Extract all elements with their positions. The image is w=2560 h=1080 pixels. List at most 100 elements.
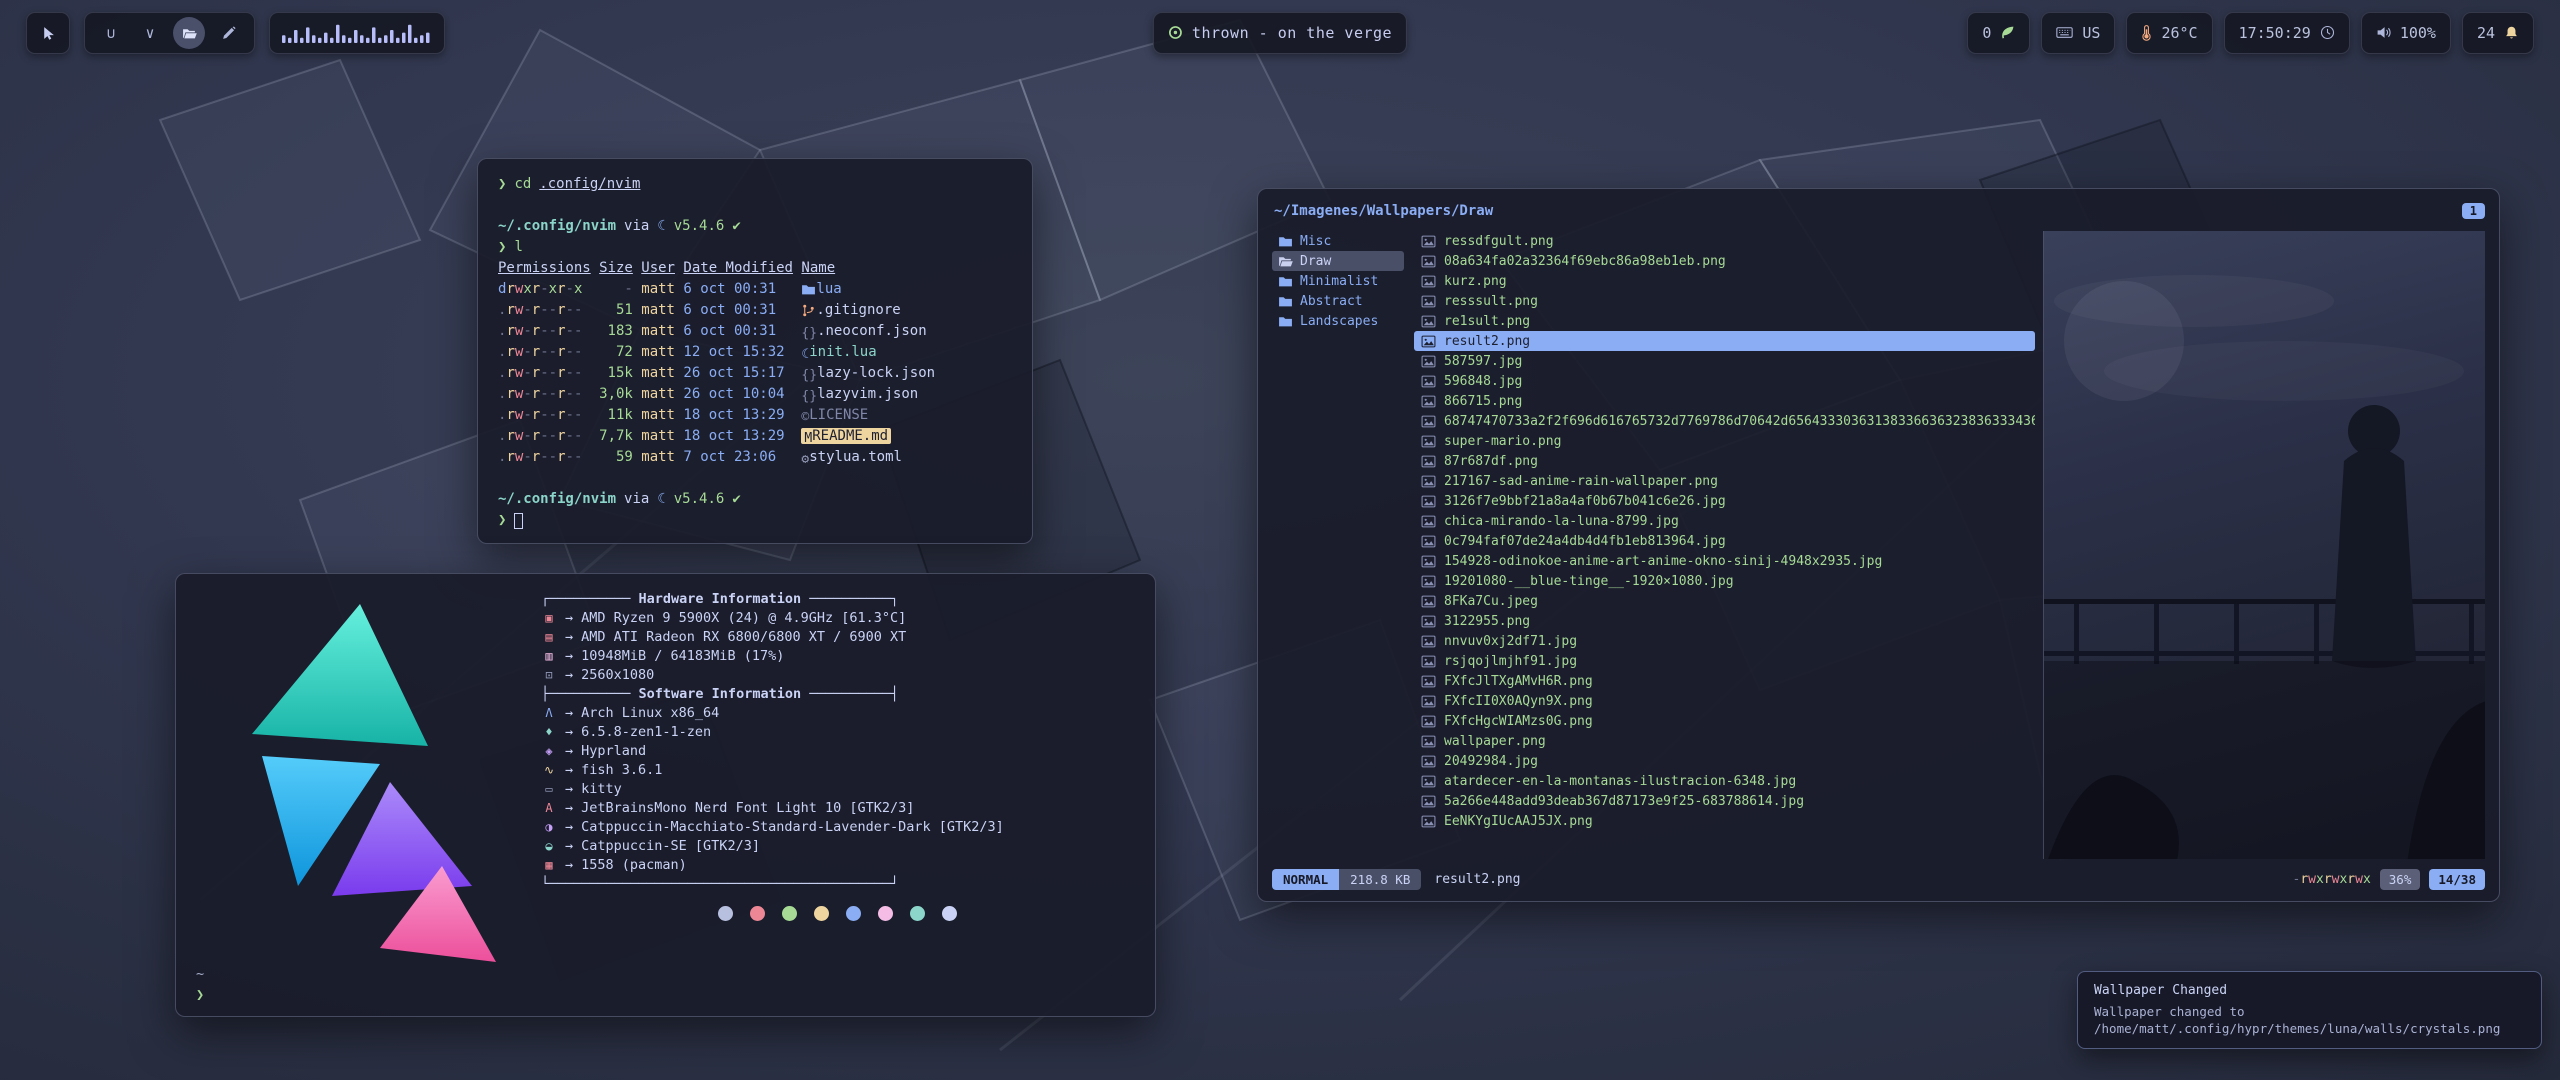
check-icon: ✔ bbox=[732, 216, 740, 237]
hardware-info-list: ▣→AMD Ryzen 9 5900X (24) @ 4.9GHz [61.3°… bbox=[541, 609, 1133, 685]
file-row[interactable]: FXfcHgcWIAMzs0G.png bbox=[1414, 711, 2035, 731]
temperature-module[interactable]: 26°C bbox=[2126, 12, 2212, 54]
table-row: .rw-r--r--15kmatt26 oct 15:17{}lazy-lock… bbox=[498, 363, 1012, 384]
graph-sparkline bbox=[282, 21, 432, 45]
listing-header: PermissionsSizeUserDate ModifiedName bbox=[498, 258, 1012, 279]
workspace-1-button[interactable]: ∪ bbox=[95, 17, 127, 49]
clock-module[interactable]: 17:50:29 bbox=[2224, 12, 2350, 54]
file-row[interactable]: 587597.jpg bbox=[1414, 351, 2035, 371]
theme-icon: ◑ bbox=[541, 818, 557, 837]
image-file-icon bbox=[1421, 774, 1436, 789]
directory-row[interactable]: Draw bbox=[1272, 251, 1404, 271]
arrow-icon: → bbox=[565, 780, 573, 799]
tab-badge[interactable]: 1 bbox=[2462, 203, 2485, 219]
keyboard-layout-module[interactable]: US bbox=[2041, 12, 2115, 54]
table-row: .rw-r--r--7,7kmatt18 oct 13:29MREADME.md bbox=[498, 426, 1012, 447]
file-row[interactable]: 08a634fa02a32364f69ebc86a98eb1eb.png bbox=[1414, 251, 2035, 271]
mode-badge: NORMAL bbox=[1272, 869, 1339, 890]
music-disc-icon bbox=[1168, 24, 1183, 42]
keyboard-icon bbox=[2056, 24, 2073, 42]
arrow-icon: → bbox=[565, 799, 573, 818]
directory-row[interactable]: Minimalist bbox=[1272, 271, 1404, 291]
file-row[interactable]: 154928-odinokoe-anime-art-anime-okno-sin… bbox=[1414, 551, 2035, 571]
notifications-module[interactable]: 24 bbox=[2462, 12, 2534, 54]
workspace-3-button[interactable] bbox=[173, 17, 205, 49]
file-row[interactable]: 866715.png bbox=[1414, 391, 2035, 411]
image-preview bbox=[2043, 231, 2485, 859]
volume-module[interactable]: 100% bbox=[2361, 12, 2451, 54]
media-title-module[interactable]: thrown - on the verge bbox=[1153, 12, 1407, 54]
lua-icon: ☾ bbox=[657, 489, 665, 510]
file-row[interactable]: wallpaper.png bbox=[1414, 731, 2035, 751]
file-row[interactable]: super-mario.png bbox=[1414, 431, 2035, 451]
prompt-line: ~/.config/nvim via ☾ v5.4.6 ✔ bbox=[498, 216, 1012, 237]
command-arg: .config/nvim bbox=[539, 174, 640, 195]
section-bottom-border: └───────────────────────────────────────… bbox=[541, 875, 1133, 894]
workspace-4-button[interactable] bbox=[212, 17, 244, 49]
cpu-graph-widget[interactable] bbox=[269, 12, 445, 54]
image-file-icon bbox=[1421, 814, 1436, 829]
color-dot bbox=[910, 906, 925, 921]
notifications-count: 24 bbox=[2477, 24, 2495, 42]
file-row[interactable]: EeNKYgIUcAAJ5JX.png bbox=[1414, 811, 2035, 831]
color-dot bbox=[782, 906, 797, 921]
info-line: ⊡→2560x1080 bbox=[541, 666, 1133, 685]
app-launcher-button[interactable] bbox=[26, 12, 70, 54]
temperature-value: 26°C bbox=[2161, 24, 2197, 42]
file-row[interactable]: 3126f7e9bbf21a8a4af0b67b041c6e26.jpg bbox=[1414, 491, 2035, 511]
file-row[interactable]: 217167-sad-anime-rain-wallpaper.png bbox=[1414, 471, 2035, 491]
table-row: .rw-r--r--11kmatt18 oct 13:29©LICENSE bbox=[498, 405, 1012, 426]
info-line: ♦→6.5.8-zen1-1-zen bbox=[541, 723, 1133, 742]
terminal-window[interactable]: ❯ cd .config/nvim ~/.config/nvim via ☾ v… bbox=[477, 158, 1033, 544]
file-row[interactable]: 0c794faf07de24a4db4d4fb1eb813964.jpg bbox=[1414, 531, 2035, 551]
image-file-icon bbox=[1421, 514, 1436, 529]
file-row[interactable]: resssult.png bbox=[1414, 291, 2035, 311]
file-row[interactable]: kurz.png bbox=[1414, 271, 2035, 291]
image-file-icon bbox=[1421, 694, 1436, 709]
file-row[interactable]: 68747470733a2f2f696d616765732d7769786d70… bbox=[1414, 411, 2035, 431]
arrow-icon: → bbox=[565, 837, 573, 856]
file-row[interactable]: re1sult.png bbox=[1414, 311, 2035, 331]
file-row[interactable]: rsjqojlmjhf91.jpg bbox=[1414, 651, 2035, 671]
list-position-badge: 14/38 bbox=[2429, 869, 2485, 890]
file-row[interactable]: atardecer-en-la-montanas-ilustracion-634… bbox=[1414, 771, 2035, 791]
updates-module[interactable]: 0 bbox=[1967, 12, 2030, 54]
hardware-section-header: ┌──────────Hardware Information─────────… bbox=[541, 590, 1133, 609]
notification-toast[interactable]: Wallpaper Changed Wallpaper changed to /… bbox=[2077, 971, 2542, 1049]
file-row[interactable]: nnvuv0xj2df71.jpg bbox=[1414, 631, 2035, 651]
system-fetch-window[interactable]: ┌──────────Hardware Information─────────… bbox=[175, 573, 1156, 1017]
file-manager-window[interactable]: ~/Imagenes/Wallpapers/Draw 1 MiscDrawMin… bbox=[1257, 188, 2500, 902]
image-file-icon bbox=[1421, 434, 1436, 449]
folder-icon bbox=[1278, 294, 1293, 309]
file-row[interactable]: 596848.jpg bbox=[1414, 371, 2035, 391]
file-row[interactable]: FXfcJlTXgAMvH6R.png bbox=[1414, 671, 2035, 691]
file-row[interactable]: result2.png bbox=[1414, 331, 2035, 351]
terminal-icon: ▭ bbox=[541, 780, 557, 799]
cwd-path: ~/.config/nvim bbox=[498, 216, 616, 237]
directory-row[interactable]: Abstract bbox=[1272, 291, 1404, 311]
file-row[interactable]: ressdfgult.png bbox=[1414, 231, 2035, 251]
file-row[interactable]: 20492984.jpg bbox=[1414, 751, 2035, 771]
file-row[interactable]: chica-mirando-la-luna-8799.jpg bbox=[1414, 511, 2035, 531]
file-row[interactable]: 3122955.png bbox=[1414, 611, 2035, 631]
image-file-icon bbox=[1421, 614, 1436, 629]
command-text: cd bbox=[514, 174, 531, 195]
file-permissions: -rwxrwxrwx bbox=[2293, 872, 2371, 887]
workspace-2-button[interactable]: ∨ bbox=[134, 17, 166, 49]
prompt-line: ~/.config/nvim via ☾ v5.4.6 ✔ bbox=[498, 489, 1012, 510]
directory-row[interactable]: Landscapes bbox=[1272, 311, 1404, 331]
image-file-icon bbox=[1421, 734, 1436, 749]
color-dot bbox=[846, 906, 861, 921]
file-row[interactable]: FXfcII0X0AQyn9X.png bbox=[1414, 691, 2035, 711]
volume-value: 100% bbox=[2400, 24, 2436, 42]
file-row[interactable]: 87r687df.png bbox=[1414, 451, 2035, 471]
braces-icon: {} bbox=[801, 369, 817, 382]
directory-row[interactable]: Misc bbox=[1272, 231, 1404, 251]
file-row[interactable]: 5a266e448add93deab367d87173e9f25-6837886… bbox=[1414, 791, 2035, 811]
folder-icon bbox=[801, 281, 816, 296]
file-listing: drwxr-xr-x-matt6 oct 00:31lua.rw-r--r--5… bbox=[498, 279, 1012, 468]
table-row: .rw-r--r--59matt7 oct 23:06⚙stylua.toml bbox=[498, 447, 1012, 468]
file-row[interactable]: 8FKa7Cu.jpeg bbox=[1414, 591, 2035, 611]
file-row[interactable]: 19201080-__blue-tinge__-1920×1080.jpg bbox=[1414, 571, 2035, 591]
software-info-list: Λ→Arch Linux x86_64♦→6.5.8-zen1-1-zen◈→H… bbox=[541, 704, 1133, 875]
